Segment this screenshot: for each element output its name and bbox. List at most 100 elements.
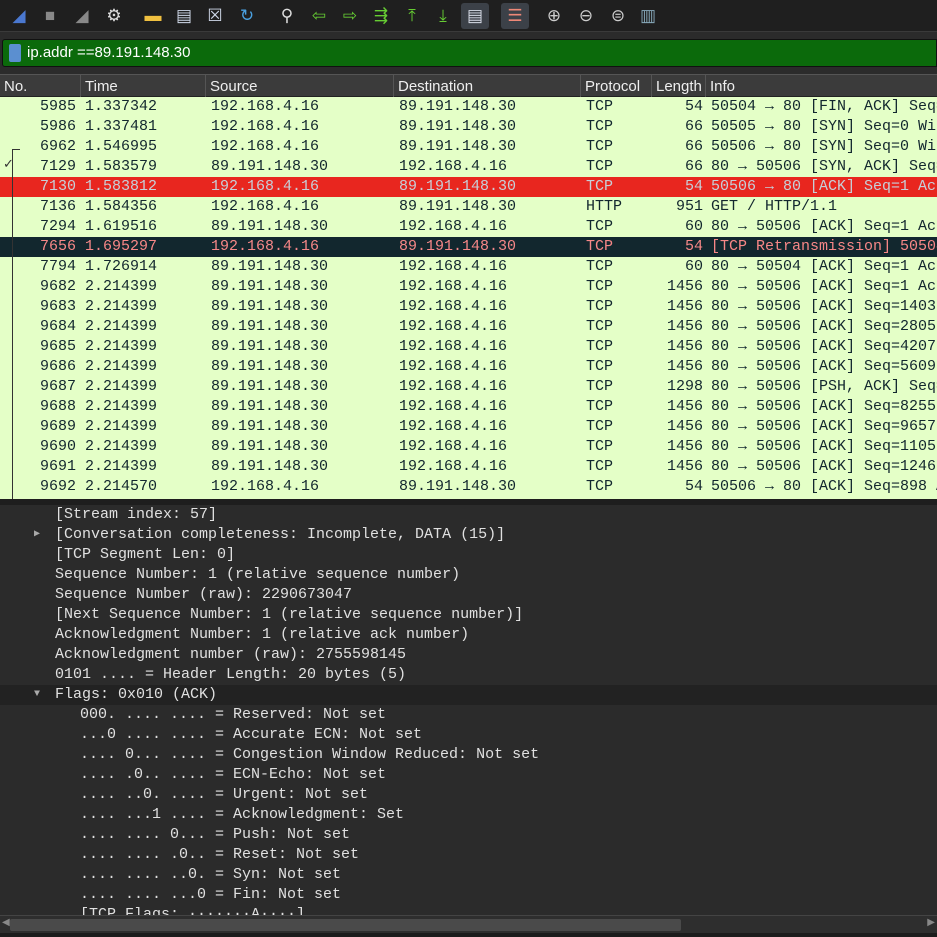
packet-no: 9692 bbox=[39, 478, 76, 495]
packet-proto: TCP bbox=[586, 178, 614, 195]
packet-proto: TCP bbox=[586, 278, 614, 295]
go-last-icon[interactable]: ⤓ bbox=[432, 5, 454, 27]
packet-list[interactable]: 9692 2.214570 192.168.4.16 89.191.148.30 TCP… bbox=[0, 97, 937, 499]
packet-proto: TCP bbox=[586, 398, 614, 415]
packet-row[interactable]: 9691 2.214399 89.191.148.30 192.168.4.16 TCP… bbox=[0, 457, 937, 477]
stop-square-icon[interactable]: ■ bbox=[39, 5, 61, 27]
detail-row[interactable]: ...0 .... .... = Accurate ECN: Not set bbox=[0, 725, 937, 745]
detail-row[interactable]: [Stream index: 57] bbox=[0, 505, 937, 525]
display-filter-bar[interactable] bbox=[2, 39, 937, 67]
scrollbar-thumb[interactable] bbox=[10, 919, 681, 931]
detail-row[interactable]: ▼ Flags: 0x010 (ACK) bbox=[0, 685, 937, 705]
gear-options-icon[interactable]: ⚙ bbox=[103, 5, 125, 27]
detail-row[interactable]: [TCP Segment Len: 0] bbox=[0, 545, 937, 565]
packet-row[interactable]: 7136 1.584356 192.168.4.16 89.191.148.30 HTT… bbox=[0, 197, 937, 217]
colorize-icon[interactable]: ☰ bbox=[501, 3, 529, 29]
detail-row[interactable]: ▶ [Conversation completeness: Incomplete,… bbox=[0, 525, 937, 545]
detail-row[interactable]: Acknowledgment number (raw): 2755598145 bbox=[0, 645, 937, 665]
packet-row[interactable]: 9682 2.214399 89.191.148.30 192.168.4.16 TCP… bbox=[0, 277, 937, 297]
packet-row[interactable]: 5986 1.337481 192.168.4.16 89.191.148.30 TCP… bbox=[0, 117, 937, 137]
detail-row[interactable]: 000. .... .... = Reserved: Not set bbox=[0, 705, 937, 725]
scroll-right-icon[interactable]: ▶ bbox=[927, 917, 935, 928]
filter-bookmark-icon[interactable] bbox=[9, 44, 21, 62]
detail-row[interactable]: [Next Sequence Number: 1 (relative seque… bbox=[0, 605, 937, 625]
zoom-in-icon[interactable]: ⊕ bbox=[543, 5, 565, 27]
column-header-protocol[interactable]: Protocol bbox=[581, 75, 652, 97]
packet-row[interactable]: 7656 1.695297 192.168.4.16 89.191.148.30 TCP… bbox=[0, 237, 937, 257]
packet-row[interactable]: 9687 2.214399 89.191.148.30 192.168.4.16 TCP… bbox=[0, 377, 937, 397]
display-filter-input[interactable] bbox=[27, 40, 907, 66]
packet-row[interactable]: 7129 1.583579 89.191.148.30 192.168.4.16 TCP… bbox=[0, 157, 937, 177]
column-header-length[interactable]: Length bbox=[652, 75, 706, 97]
packet-row[interactable]: 9692 2.214570 192.168.4.16 89.191.148.30 TCP… bbox=[0, 477, 937, 497]
scroll-left-icon[interactable]: ◀ bbox=[2, 917, 10, 928]
detail-row[interactable]: Sequence Number: 1 (relative sequence nu… bbox=[0, 565, 937, 585]
detail-row[interactable]: Acknowledgment Number: 1 (relative ack n… bbox=[0, 625, 937, 645]
packet-details-pane[interactable]: [Stream index: 57] ▶ [Conversation complet… bbox=[0, 505, 937, 915]
packet-src: 192.168.4.16 bbox=[211, 178, 320, 195]
detail-row[interactable]: 0101 .... = Header Length: 20 bytes (5) bbox=[0, 665, 937, 685]
detail-row[interactable]: .... .... ...0 = Fin: Not set bbox=[0, 885, 937, 905]
detail-row[interactable]: .... 0... .... = Congestion Window Reduc… bbox=[0, 745, 937, 765]
detail-row[interactable]: Sequence Number (raw): 2290673047 bbox=[0, 585, 937, 605]
column-header-destination[interactable]: Destination bbox=[394, 75, 581, 97]
arrow-back-icon[interactable]: ⇦ bbox=[308, 5, 330, 27]
column-header-no[interactable]: No. bbox=[0, 75, 81, 97]
packet-row[interactable]: 7794 1.726914 89.191.148.30 192.168.4.16 TCP… bbox=[0, 257, 937, 277]
detail-row[interactable]: .... ...1 .... = Acknowledgment: Set bbox=[0, 805, 937, 825]
column-header-info[interactable]: Info bbox=[706, 75, 937, 97]
detail-row[interactable]: .... .... .0.. = Reset: Not set bbox=[0, 845, 937, 865]
packet-row[interactable]: 9683 2.214399 89.191.148.30 192.168.4.16 TCP… bbox=[0, 297, 937, 317]
packet-time: 1.583812 bbox=[85, 178, 158, 195]
shark-fin-restart-icon[interactable]: ◢ bbox=[71, 5, 93, 27]
packet-row[interactable]: 6962 1.546995 192.168.4.16 89.191.148.30 TCP… bbox=[0, 137, 937, 157]
file-reload-icon[interactable]: ↻ bbox=[236, 5, 258, 27]
detail-row[interactable]: .... ..0. .... = Urgent: Not set bbox=[0, 785, 937, 805]
packet-proto: TCP bbox=[586, 378, 614, 395]
zoom-out-icon[interactable]: ⊖ bbox=[575, 5, 597, 27]
packet-row[interactable]: 9685 2.214399 89.191.148.30 192.168.4.16 TCP… bbox=[0, 337, 937, 357]
packet-row[interactable]: 9689 2.214399 89.191.148.30 192.168.4.16 TCP… bbox=[0, 417, 937, 437]
packet-src: 89.191.148.30 bbox=[211, 298, 329, 315]
packet-row[interactable]: 9690 2.214399 89.191.148.30 192.168.4.16 TCP… bbox=[0, 437, 937, 457]
detail-text: Acknowledgment number (raw): 2755598145 bbox=[55, 646, 407, 663]
packet-info: 50506 → 80 [SYN] Seq=0 Win bbox=[711, 138, 937, 155]
column-header-source[interactable]: Source bbox=[206, 75, 394, 97]
packet-no: 9683 bbox=[39, 298, 76, 315]
packet-info: 80 → 50506 [SYN, ACK] Seq= bbox=[711, 158, 937, 175]
folder-open-icon[interactable]: ▬ bbox=[142, 5, 164, 27]
file-close-icon[interactable]: ☒ bbox=[204, 5, 226, 27]
packet-time: 1.726914 bbox=[85, 258, 158, 275]
go-first-icon[interactable]: ⤒ bbox=[401, 5, 423, 27]
packet-len: 1456 bbox=[666, 418, 703, 435]
find-magnifier-icon[interactable]: ⚲ bbox=[276, 5, 298, 27]
go-to-packet-icon[interactable]: ⇶ bbox=[370, 5, 392, 27]
packet-src: 89.191.148.30 bbox=[211, 418, 329, 435]
packet-row[interactable]: 9688 2.214399 89.191.148.30 192.168.4.16 TCP… bbox=[0, 397, 937, 417]
packet-src: 192.168.4.16 bbox=[211, 478, 320, 495]
packet-src: 192.168.4.16 bbox=[211, 198, 320, 215]
packet-row[interactable]: 9684 2.214399 89.191.148.30 192.168.4.16 TCP… bbox=[0, 317, 937, 337]
packet-info: 80 → 50506 [ACK] Seq=1403 bbox=[711, 298, 937, 315]
expand-arrow-icon[interactable]: ▼ bbox=[34, 685, 40, 705]
packet-row[interactable]: 9686 2.214399 89.191.148.30 192.168.4.16 TCP… bbox=[0, 357, 937, 377]
packet-len: 60 bbox=[684, 218, 703, 235]
resize-columns-icon[interactable]: ▥ bbox=[637, 5, 659, 27]
column-header-time[interactable]: Time bbox=[81, 75, 206, 97]
packet-row[interactable]: 7294 1.619516 89.191.148.30 192.168.4.16 TCP… bbox=[0, 217, 937, 237]
arrow-forward-icon[interactable]: ⇨ bbox=[339, 5, 361, 27]
packet-time: 2.214399 bbox=[85, 298, 158, 315]
detail-row[interactable]: [TCP Flags: ·······A····] bbox=[0, 905, 937, 915]
detail-row[interactable]: .... .... ..0. = Syn: Not set bbox=[0, 865, 937, 885]
autoscroll-icon[interactable]: ▤ bbox=[461, 3, 489, 29]
file-save-icon[interactable]: ▤ bbox=[173, 5, 195, 27]
zoom-normal-icon[interactable]: ⊜ bbox=[607, 5, 629, 27]
shark-fin-start-icon[interactable]: ◢ bbox=[8, 5, 30, 27]
packet-row[interactable]: 5985 1.337342 192.168.4.16 89.191.148.30 TCP… bbox=[0, 97, 937, 117]
collapse-arrow-icon[interactable]: ▶ bbox=[34, 525, 40, 545]
packet-row[interactable]: 7130 1.583812 192.168.4.16 89.191.148.30 TCP… bbox=[0, 177, 937, 197]
horizontal-scrollbar[interactable]: ◀ ▶ bbox=[0, 915, 937, 933]
detail-row[interactable]: .... .0.. .... = ECN-Echo: Not set bbox=[0, 765, 937, 785]
packet-time: 1.619516 bbox=[85, 218, 158, 235]
detail-row[interactable]: .... .... 0... = Push: Not set bbox=[0, 825, 937, 845]
